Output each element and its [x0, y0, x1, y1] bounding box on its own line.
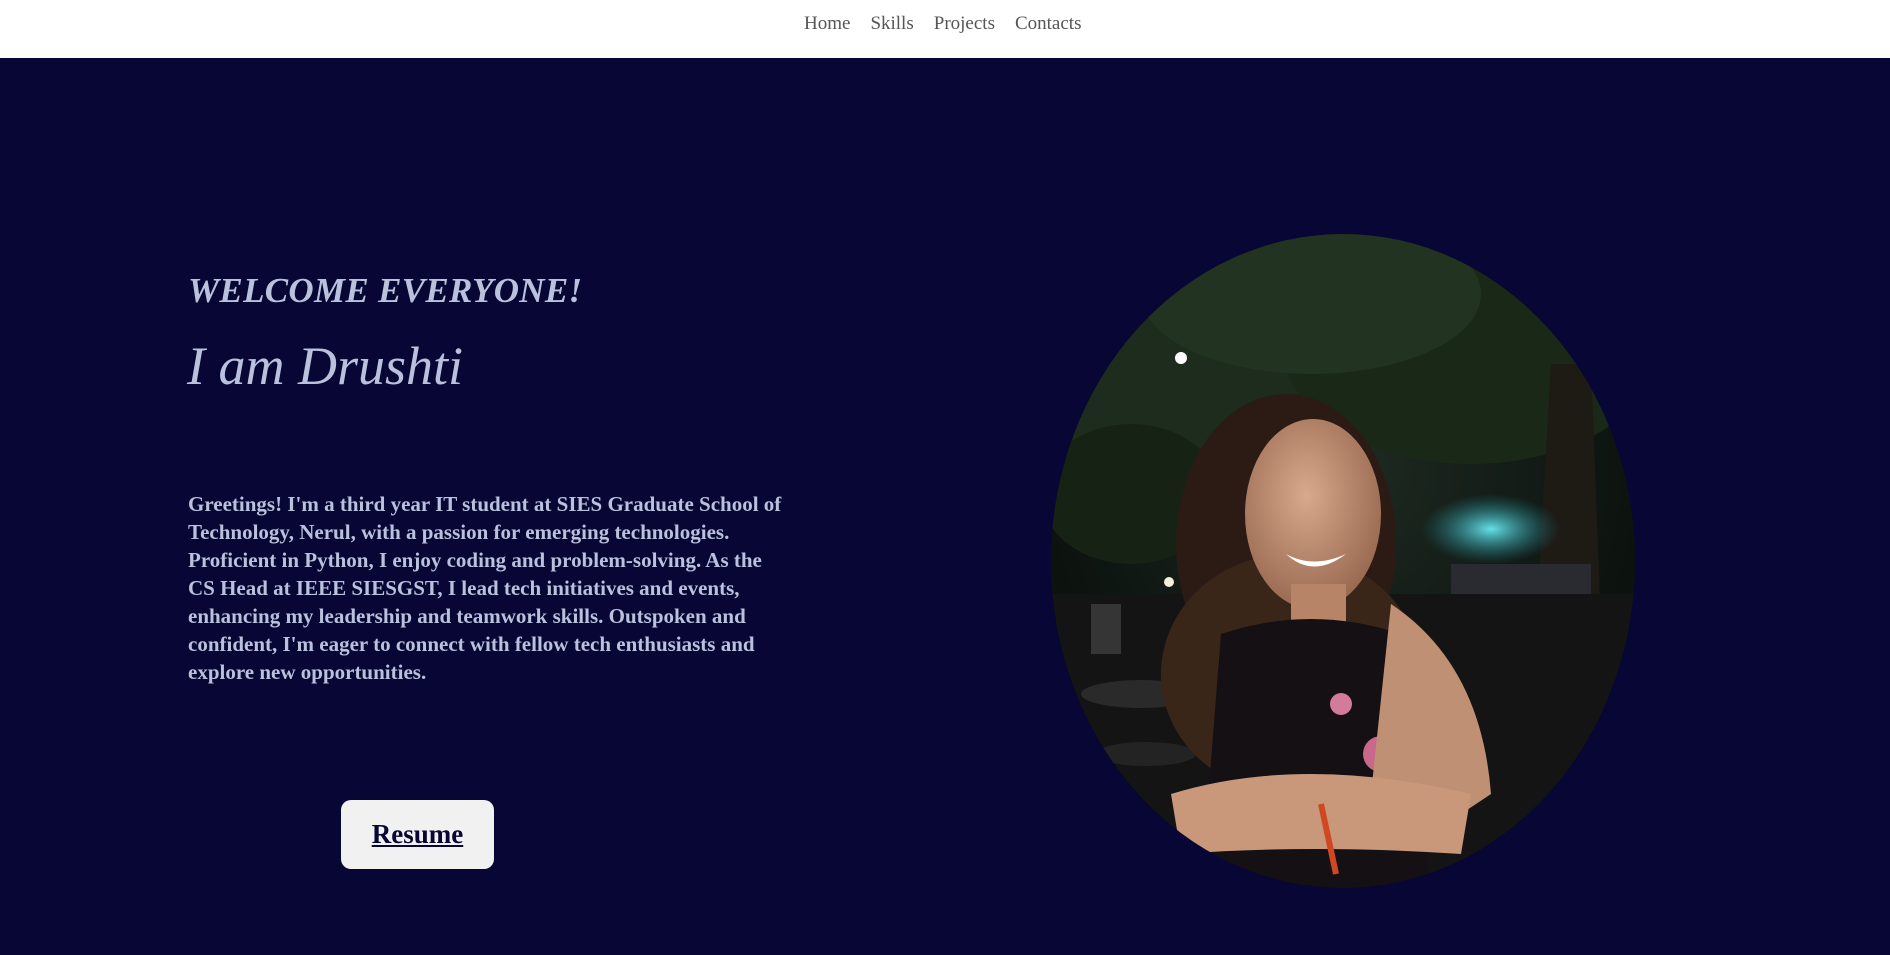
nav-projects-link[interactable]: Projects	[934, 12, 995, 36]
nav-skills-link[interactable]: Skills	[870, 12, 913, 36]
nav-home-link[interactable]: Home	[804, 12, 850, 36]
name-heading: I am Drushti	[187, 336, 464, 396]
welcome-heading: WELCOME EVERYONE!	[188, 271, 583, 310]
bio-paragraph: Greetings! I'm a third year IT student a…	[188, 492, 782, 684]
nav-contacts-link[interactable]: Contacts	[1015, 12, 1082, 36]
profile-photo	[1051, 234, 1635, 888]
top-navigation: Home Skills Projects Contacts	[0, 0, 1890, 58]
nav-links: Home Skills Projects Contacts	[804, 12, 1101, 36]
resume-button[interactable]: Resume	[341, 800, 494, 869]
resume-button-label: Resume	[371, 819, 464, 849]
